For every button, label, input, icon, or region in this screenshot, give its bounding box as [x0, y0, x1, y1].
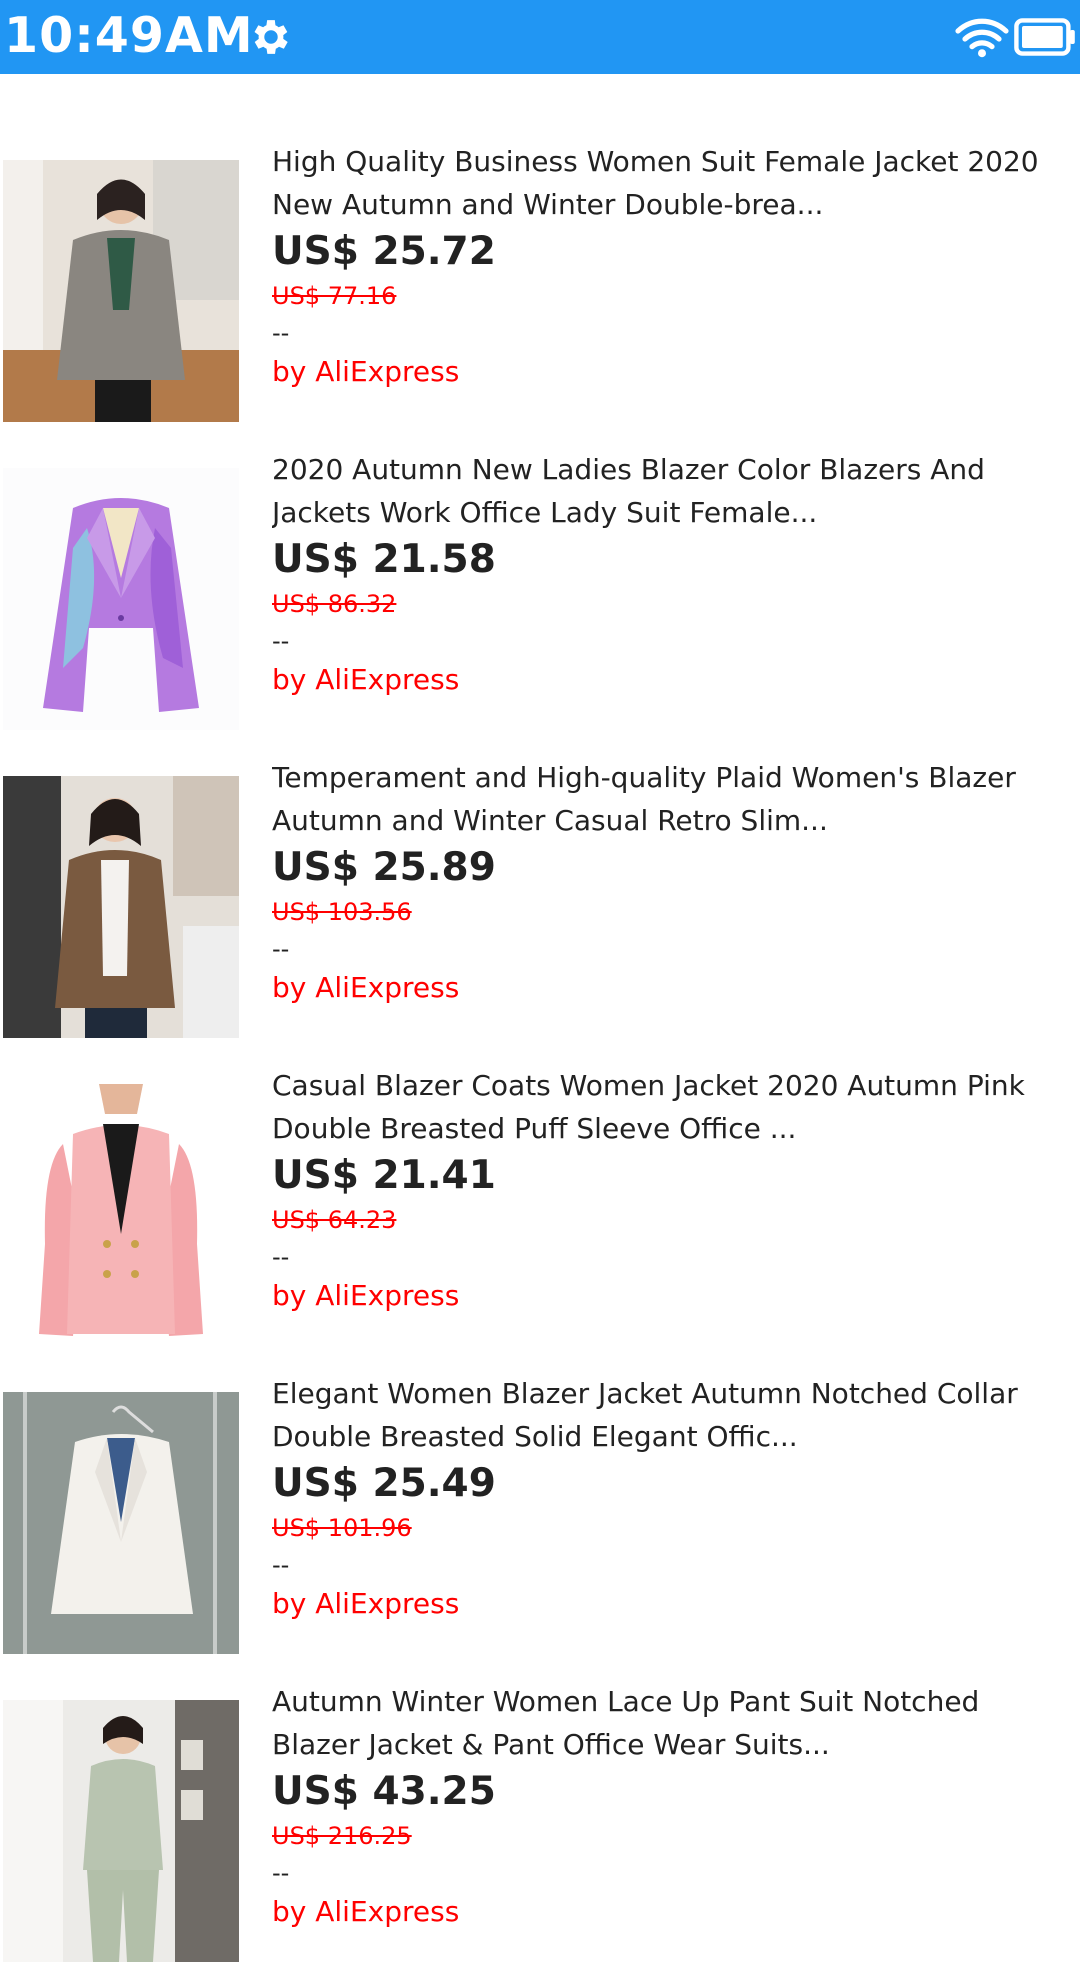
product-title[interactable]: Temperament and High-quality Plaid Women… [272, 756, 1072, 842]
product-original-price: US$ 103.56 [272, 898, 412, 926]
product-image[interactable] [3, 468, 239, 730]
pink-puff-sleeve-blazer-photo [3, 1084, 239, 1346]
product-seller[interactable]: by AliExpress [272, 1276, 1072, 1316]
brown-plaid-blazer-photo [3, 776, 239, 1038]
product-price: US$ 25.89 [272, 845, 496, 890]
product-original-price: US$ 216.25 [272, 1822, 412, 1850]
product-image[interactable] [3, 1084, 239, 1346]
product-title[interactable]: Autumn Winter Women Lace Up Pant Suit No… [272, 1680, 1072, 1766]
product-price: US$ 43.25 [272, 1769, 496, 1814]
product-image[interactable] [3, 1700, 239, 1962]
product-info: 2020 Autumn New Ladies Blazer Color Blaz… [272, 448, 1072, 700]
product-item[interactable]: Casual Blazer Coats Women Jacket 2020 Au… [0, 1058, 1080, 1366]
product-list: High Quality Business Women Suit Female … [0, 134, 1080, 1982]
product-item[interactable]: 2020 Autumn New Ladies Blazer Color Blaz… [0, 442, 1080, 750]
status-time: 10:49AM [4, 7, 254, 64]
product-price: US$ 25.49 [272, 1461, 496, 1506]
product-title[interactable]: High Quality Business Women Suit Female … [272, 140, 1072, 226]
product-rating: -- [272, 319, 290, 347]
product-original-price: US$ 64.23 [272, 1206, 397, 1234]
product-title[interactable]: 2020 Autumn New Ladies Blazer Color Blaz… [272, 448, 1072, 534]
gray-plaid-blazer-photo [3, 160, 239, 422]
product-seller[interactable]: by AliExpress [272, 1892, 1072, 1932]
product-item[interactable]: Autumn Winter Women Lace Up Pant Suit No… [0, 1674, 1080, 1982]
product-rating: -- [272, 1243, 290, 1271]
product-seller[interactable]: by AliExpress [272, 660, 1072, 700]
white-blazer-on-hanger-photo [3, 1392, 239, 1654]
product-info: High Quality Business Women Suit Female … [272, 140, 1072, 392]
product-image[interactable] [3, 776, 239, 1038]
product-rating: -- [272, 1551, 290, 1579]
product-title[interactable]: Casual Blazer Coats Women Jacket 2020 Au… [272, 1064, 1072, 1150]
product-item[interactable]: Temperament and High-quality Plaid Women… [0, 750, 1080, 1058]
status-bar: 10:49AM [0, 0, 1080, 74]
product-rating: -- [272, 935, 290, 963]
product-info: Casual Blazer Coats Women Jacket 2020 Au… [272, 1064, 1072, 1316]
product-info: Temperament and High-quality Plaid Women… [272, 756, 1072, 1008]
battery-icon [1014, 18, 1075, 56]
product-seller[interactable]: by AliExpress [272, 968, 1072, 1008]
product-seller[interactable]: by AliExpress [272, 1584, 1072, 1624]
product-original-price: US$ 77.16 [272, 282, 397, 310]
product-original-price: US$ 86.32 [272, 590, 397, 618]
wifi-icon [955, 18, 1009, 58]
tie-dye-purple-blazer-photo [3, 468, 239, 730]
product-price: US$ 21.58 [272, 537, 496, 582]
product-item[interactable]: Elegant Women Blazer Jacket Autumn Notch… [0, 1366, 1080, 1674]
product-price: US$ 25.72 [272, 229, 496, 274]
product-item[interactable]: High Quality Business Women Suit Female … [0, 134, 1080, 442]
product-image[interactable] [3, 1392, 239, 1654]
product-info: Autumn Winter Women Lace Up Pant Suit No… [272, 1680, 1072, 1932]
product-seller[interactable]: by AliExpress [272, 352, 1072, 392]
product-original-price: US$ 101.96 [272, 1514, 412, 1542]
gear-icon [254, 20, 288, 54]
product-rating: -- [272, 1859, 290, 1887]
sage-pant-suit-photo [3, 1700, 239, 1962]
product-info: Elegant Women Blazer Jacket Autumn Notch… [272, 1372, 1072, 1624]
product-title[interactable]: Elegant Women Blazer Jacket Autumn Notch… [272, 1372, 1072, 1458]
product-price: US$ 21.41 [272, 1153, 496, 1198]
product-rating: -- [272, 627, 290, 655]
product-image[interactable] [3, 160, 239, 422]
